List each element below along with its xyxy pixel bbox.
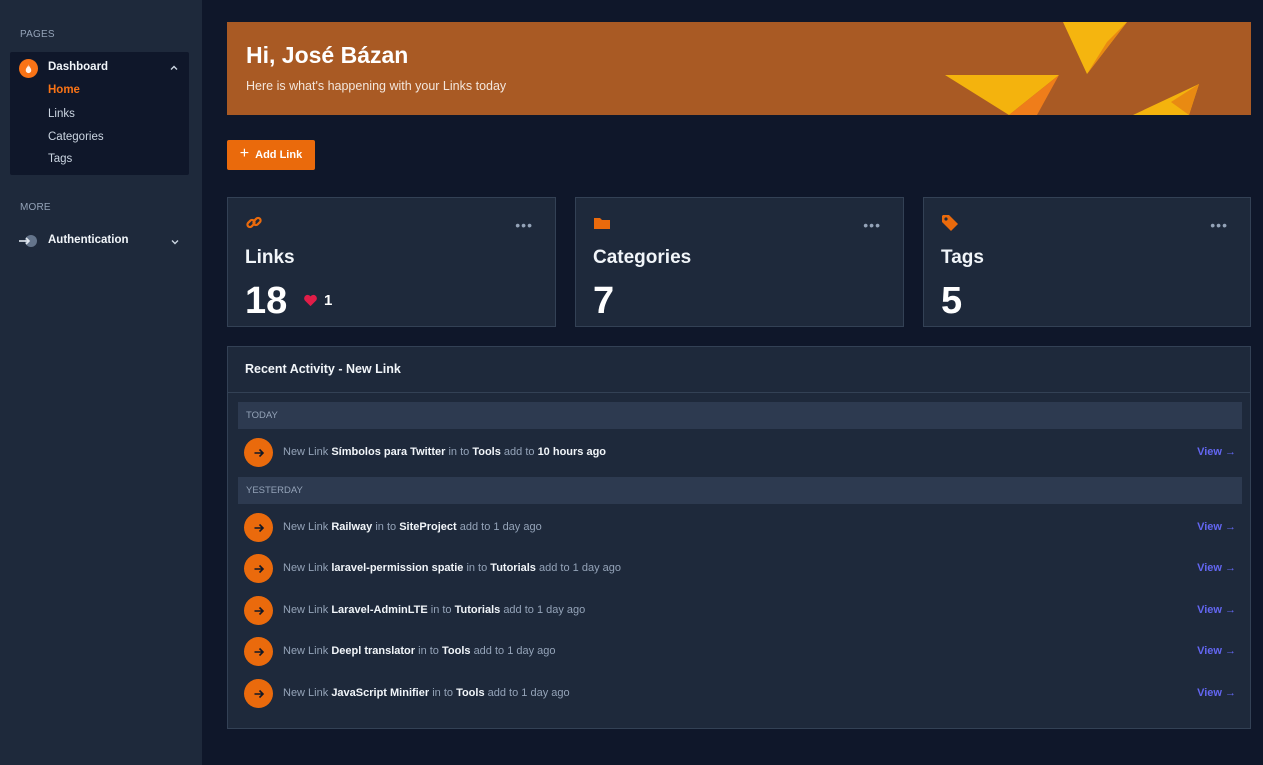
sidebar-item-label: Dashboard xyxy=(48,61,109,73)
chevron-down-icon[interactable] xyxy=(170,237,180,247)
stat-value: 5 xyxy=(941,280,963,322)
arrow-right-icon xyxy=(244,438,273,467)
activity-row: New Link Símbolos para Twitter in to Too… xyxy=(244,438,1236,468)
sidebar-item-tags[interactable]: Tags xyxy=(48,153,72,165)
activity-row: New Link Railway in to SiteProject add t… xyxy=(244,513,1236,543)
arrow-right-icon xyxy=(244,679,273,708)
likes-value: 1 xyxy=(324,292,333,309)
arrow-right-icon xyxy=(244,637,273,666)
add-link-label: Add Link xyxy=(255,149,303,161)
sidebar-item-authentication[interactable]: Authentication xyxy=(0,230,202,252)
view-link[interactable]: View → xyxy=(1197,562,1236,574)
activity-row: New Link Deepl translator in to Tools ad… xyxy=(244,637,1236,667)
section-label-pages: PAGES xyxy=(20,29,55,40)
activity-title: Recent Activity - New Link xyxy=(245,362,401,376)
likes-count: 1 xyxy=(303,292,332,309)
welcome-banner: Hi, José Bázan Here is what's happening … xyxy=(227,22,1251,115)
more-options-icon[interactable]: ••• xyxy=(863,217,881,233)
sidebar-item-dashboard[interactable]: Dashboard xyxy=(10,57,189,79)
sidebar-item-home[interactable]: Home xyxy=(48,84,80,96)
activity-row: New Link Laravel-AdminLTE in to Tutorial… xyxy=(244,596,1236,626)
activity-row: New Link laravel-permission spatie in to… xyxy=(244,554,1236,584)
sign-in-icon xyxy=(19,235,37,247)
activity-text: New Link JavaScript Minifier in to Tools… xyxy=(283,687,570,699)
chevron-up-icon[interactable] xyxy=(169,63,179,73)
link-icon xyxy=(246,216,262,229)
sidebar-item-categories[interactable]: Categories xyxy=(48,131,104,143)
add-link-button[interactable]: + Add Link xyxy=(227,140,315,170)
view-link[interactable]: View → xyxy=(1197,645,1236,657)
dashboard-group: Dashboard Home Links Categories Tags xyxy=(10,52,189,175)
stat-card-links: ••• Links 18 1 xyxy=(227,197,556,327)
heart-icon xyxy=(304,294,317,307)
activity-text: New Link Railway in to SiteProject add t… xyxy=(283,521,542,533)
plus-icon: + xyxy=(239,145,250,162)
activity-text: New Link laravel-permission spatie in to… xyxy=(283,562,621,574)
arrow-right-icon xyxy=(244,513,273,542)
banner-decoration xyxy=(945,22,1199,115)
stat-title: Links xyxy=(245,247,295,268)
sidebar: PAGES Dashboard Home Links Categories Ta… xyxy=(0,0,202,765)
section-label-more: MORE xyxy=(20,202,51,213)
arrow-right-icon xyxy=(244,554,273,583)
sidebar-item-links[interactable]: Links xyxy=(48,108,75,120)
stat-value: 18 xyxy=(245,280,288,322)
folder-icon xyxy=(594,218,610,229)
more-options-icon[interactable]: ••• xyxy=(1210,217,1228,233)
more-options-icon[interactable]: ••• xyxy=(515,217,533,233)
stat-value: 7 xyxy=(593,280,615,322)
dashboard-icon xyxy=(19,59,38,78)
stat-title: Tags xyxy=(941,247,984,268)
stat-card-tags: ••• Tags 5 xyxy=(923,197,1251,327)
arrow-right-icon xyxy=(244,596,273,625)
stat-title: Categories xyxy=(593,247,692,268)
sidebar-item-label: Authentication xyxy=(48,234,129,246)
page-title: Hi, José Bázan xyxy=(246,42,409,68)
recent-activity-panel: Recent Activity - New Link TODAY New Lin… xyxy=(227,346,1251,729)
view-link[interactable]: View → xyxy=(1197,687,1236,699)
activity-row: New Link JavaScript Minifier in to Tools… xyxy=(244,679,1236,709)
view-link[interactable]: View → xyxy=(1197,521,1236,533)
day-header-yesterday: YESTERDAY xyxy=(238,477,1242,504)
activity-text: New Link Símbolos para Twitter in to Too… xyxy=(283,446,607,458)
divider xyxy=(228,392,1250,393)
activity-text: New Link Deepl translator in to Tools ad… xyxy=(283,645,556,657)
tag-icon xyxy=(942,215,958,231)
day-header-today: TODAY xyxy=(238,402,1242,429)
stat-card-categories: ••• Categories 7 xyxy=(575,197,904,327)
view-link[interactable]: View → xyxy=(1197,604,1236,616)
activity-text: New Link Laravel-AdminLTE in to Tutorial… xyxy=(283,604,586,616)
banner-subtitle: Here is what's happening with your Links… xyxy=(246,79,507,93)
view-link[interactable]: View → xyxy=(1197,446,1236,458)
